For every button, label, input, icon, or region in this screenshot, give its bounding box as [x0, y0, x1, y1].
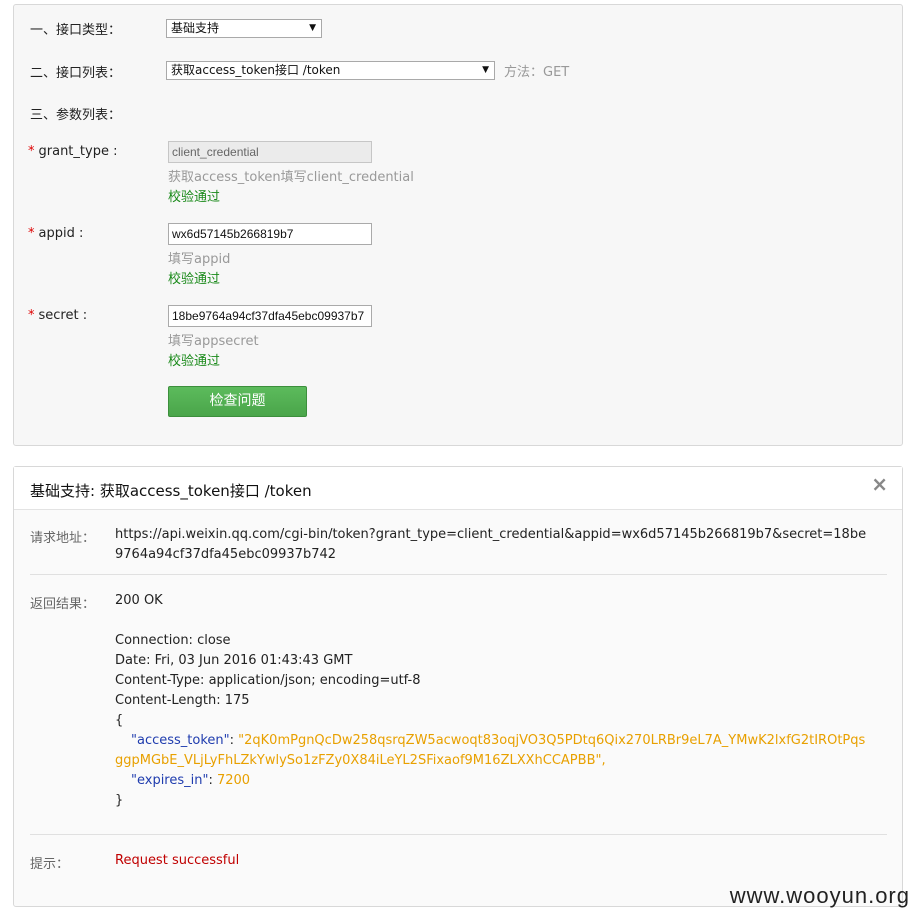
request-url-label: 请求地址： [30, 531, 96, 546]
json-number: 7200 [216, 773, 251, 788]
json-string-continued: ggpMGbE_VLjLyFhLZkYwlySo1zFZy0X84iLeYL2S… [115, 753, 606, 768]
secret-status: 校验通过 [168, 354, 221, 369]
required-marker: * [28, 308, 35, 323]
required-marker: * [28, 226, 35, 241]
close-icon[interactable]: × [871, 472, 888, 496]
param-label-appid: * appid : [28, 226, 84, 241]
watermark: www.wooyun.org [729, 883, 910, 908]
interface-list-value: 获取access_token接口 /token [171, 63, 341, 77]
response-header: Date: Fri, 03 Jun 2016 01:43:43 GMT [115, 653, 353, 668]
interface-list-select[interactable]: 获取access_token接口 /token ▼ [166, 61, 495, 80]
request-url-line: https://api.weixin.qq.com/cgi-bin/token?… [115, 527, 867, 542]
response-header: Content-Length: 175 [115, 693, 250, 708]
required-marker: * [28, 144, 35, 159]
json-string: "2qK0mPgnQcDw258qsrqZW5acwoqt83oqjVO3Q5P… [238, 733, 866, 748]
param-label-secret: * secret : [28, 308, 88, 323]
method-label: 方法：GET [504, 65, 570, 80]
request-url-value: https://api.weixin.qq.com/cgi-bin/token?… [115, 525, 890, 565]
result-title: 基础支持: 获取access_token接口 /token [30, 482, 312, 500]
interface-type-value: 基础支持 [171, 21, 220, 35]
result-panel: 基础支持: 获取access_token接口 /token × 请求地址： ht… [13, 466, 903, 907]
tip-label: 提示： [30, 857, 70, 872]
json-open-brace: { [115, 713, 124, 728]
json-key: "access_token" [131, 733, 230, 748]
json-expires-line: "expires_in": 7200 [131, 773, 251, 788]
secret-hint: 填写appsecret [168, 334, 259, 349]
json-access-token-line: "access_token": "2qK0mPgnQcDw258qsrqZW5a… [131, 733, 866, 748]
result-label: 返回结果： [30, 597, 96, 612]
param-label-grant-type: * grant_type : [28, 144, 118, 159]
request-url-line: 9764a94cf37dfa45ebc09937b742 [115, 547, 337, 562]
api-debug-form: 一、接口类型： 基础支持 ▼ 二、接口列表： 获取access_token接口 … [13, 4, 903, 446]
param-list-label: 三、参数列表： [30, 108, 122, 123]
check-problem-button[interactable]: 检查问题 [168, 386, 307, 417]
response-header: Content-Type: application/json; encoding… [115, 673, 421, 688]
grant-type-hint: 获取access_token填写client_credential [168, 170, 414, 185]
json-close-brace: } [115, 793, 124, 808]
appid-field[interactable]: wx6d57145b266819b7 [168, 223, 372, 245]
tip-value: Request successful [115, 853, 240, 868]
chevron-down-icon: ▼ [309, 23, 316, 33]
secret-field[interactable]: 18be9764a94cf37dfa45ebc09937b7 [168, 305, 372, 327]
result-header: 基础支持: 获取access_token接口 /token × [14, 467, 902, 510]
appid-hint: 填写appid [168, 252, 231, 267]
chevron-down-icon: ▼ [482, 65, 489, 75]
divider [30, 574, 887, 575]
json-key: "expires_in" [131, 773, 209, 788]
grant-type-field[interactable]: client_credential [168, 141, 372, 163]
interface-list-label: 二、接口列表： [30, 66, 122, 81]
appid-status: 校验通过 [168, 272, 221, 287]
response-header: Connection: close [115, 633, 231, 648]
divider [30, 834, 887, 835]
interface-type-select[interactable]: 基础支持 ▼ [166, 19, 322, 38]
grant-type-status: 校验通过 [168, 190, 221, 205]
response-body: 200 OK Connection: close Date: Fri, 03 J… [115, 591, 890, 811]
interface-type-label: 一、接口类型： [30, 23, 122, 38]
response-status: 200 OK [115, 593, 163, 608]
